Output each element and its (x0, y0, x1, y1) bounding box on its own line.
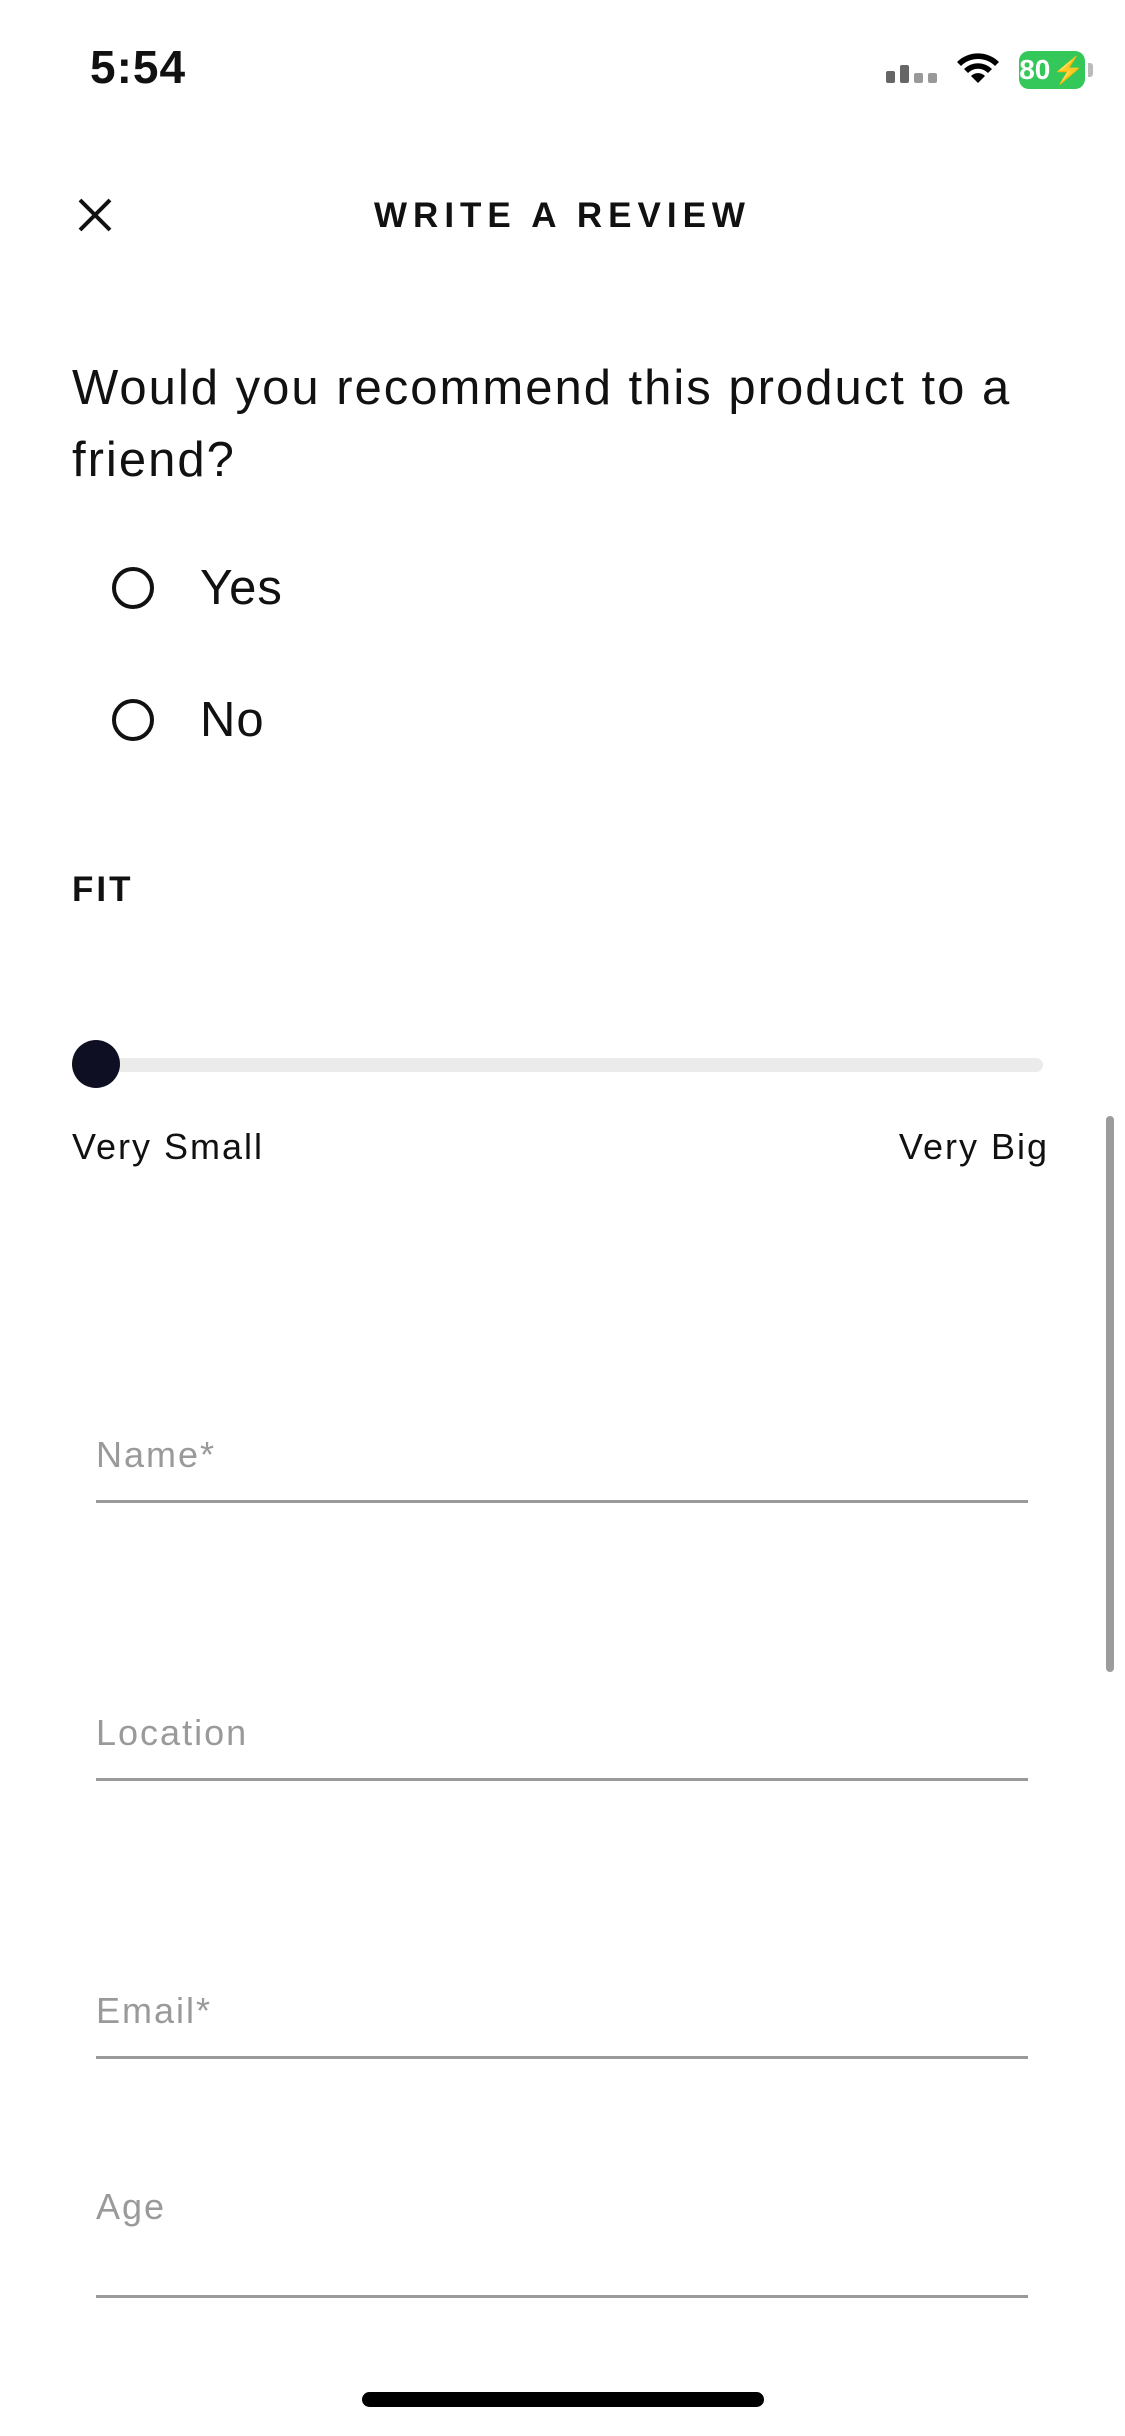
radio-button-no[interactable] (112, 699, 154, 741)
wifi-icon (957, 53, 999, 83)
email-input[interactable] (96, 1966, 1028, 2059)
location-input[interactable] (96, 1688, 1028, 1781)
age-input[interactable] (96, 2178, 1028, 2298)
fit-max-label: Very Big (898, 1126, 1049, 1167)
radio-button-yes[interactable] (112, 567, 154, 609)
radio-label-yes: Yes (200, 561, 283, 615)
status-icons: 80 ⚡ (886, 46, 1093, 94)
cellular-signal-icon (886, 57, 937, 83)
fit-slider-thumb[interactable] (72, 1040, 120, 1088)
recommend-question: Would you recommend this product to a fr… (72, 361, 1012, 487)
name-input[interactable] (96, 1410, 1028, 1503)
scrollbar[interactable] (1106, 1116, 1114, 1672)
fit-min-label: Very Small (72, 1126, 265, 1167)
battery-icon: 80 ⚡ (1019, 51, 1093, 89)
status-time: 5:54 (90, 41, 187, 93)
recommend-option-yes[interactable]: Yes (112, 560, 283, 616)
page-title: WRITE A REVIEW (374, 196, 751, 235)
radio-label-no: No (200, 693, 265, 747)
home-indicator[interactable] (362, 2392, 764, 2407)
fit-slider-track[interactable] (95, 1058, 1043, 1072)
fit-label: FIT (72, 870, 134, 909)
recommend-option-no[interactable]: No (112, 692, 265, 748)
battery-level: 80 (1019, 54, 1051, 85)
